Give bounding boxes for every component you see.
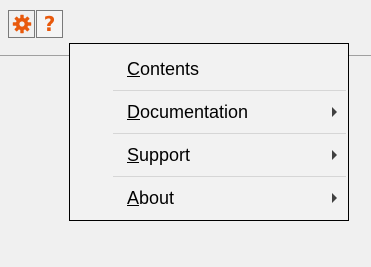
- menu-item-label: About: [127, 187, 175, 208]
- menu-item-contents[interactable]: Contents: [70, 48, 348, 90]
- help-dropdown-menu: Contents Documentation Support About: [69, 43, 349, 221]
- menu-item-documentation[interactable]: Documentation: [70, 91, 348, 133]
- submenu-arrow-icon: [332, 150, 337, 160]
- help-icon: ?: [43, 12, 56, 36]
- app-window: ? Contents Documentation Support About: [0, 0, 371, 267]
- help-button[interactable]: ?: [36, 10, 63, 38]
- submenu-arrow-icon: [332, 193, 337, 203]
- settings-button[interactable]: [8, 10, 35, 38]
- submenu-arrow-icon: [332, 107, 337, 117]
- gear-icon: [12, 14, 31, 34]
- menu-item-label: Support: [127, 144, 191, 165]
- menu-item-about[interactable]: About: [70, 177, 348, 219]
- menu-item-label: Documentation: [127, 101, 249, 122]
- menu-item-label: Contents: [127, 58, 200, 79]
- menu-item-support[interactable]: Support: [70, 134, 348, 176]
